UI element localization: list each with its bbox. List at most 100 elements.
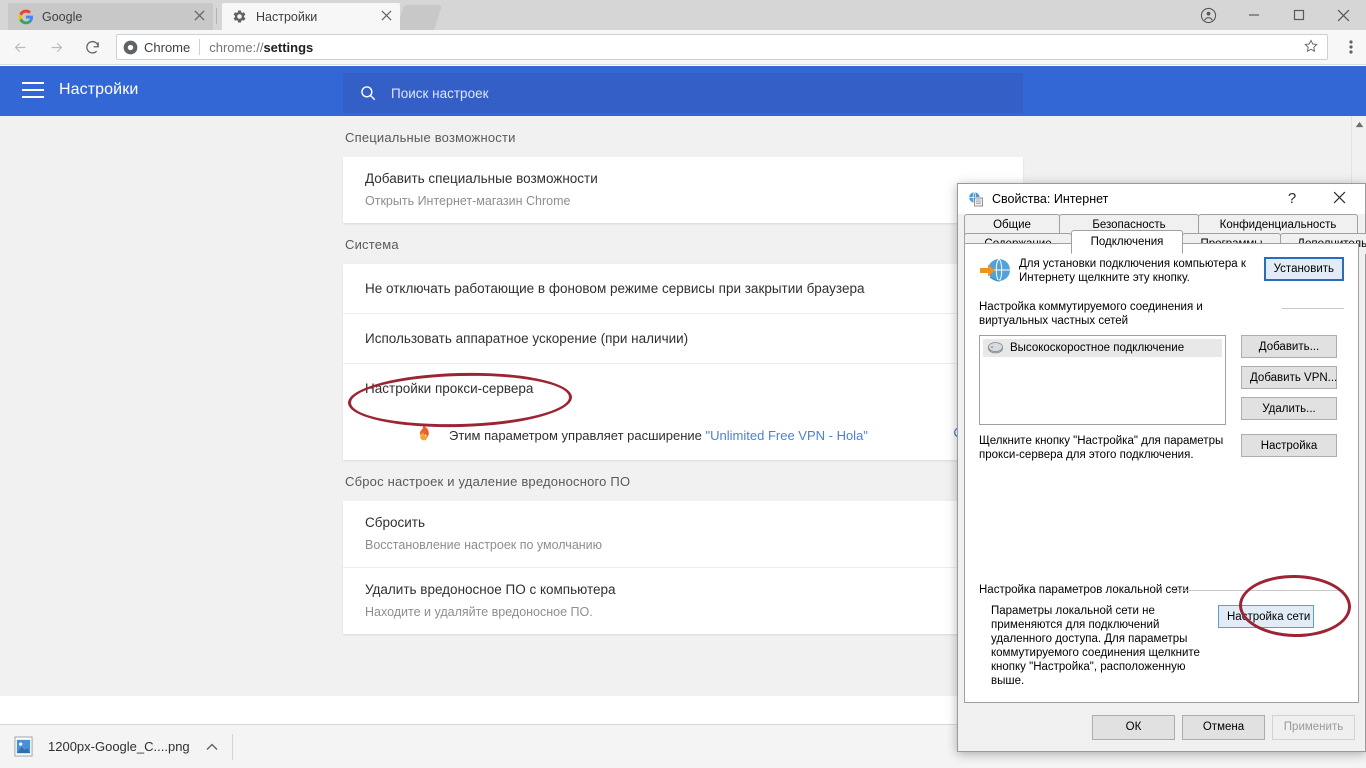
omnibox-divider <box>199 39 201 55</box>
row-title: Удалить вредоносное ПО с компьютера <box>365 582 616 597</box>
page-title: Настройки <box>59 81 139 98</box>
minimize-icon[interactable] <box>1231 0 1276 30</box>
maximize-icon[interactable] <box>1276 0 1321 30</box>
setup-connection-button[interactable]: Установить <box>1263 257 1344 281</box>
close-icon[interactable] <box>1321 0 1366 30</box>
list-item-label: Высокоскоростное подключение <box>1010 342 1185 354</box>
row-texts: Удалить вредоносное ПО с компьютера Нахо… <box>365 580 1001 622</box>
row-subtitle: Восстановление настроек по умолчанию <box>365 538 603 552</box>
new-tab-button[interactable] <box>395 5 443 30</box>
connection-settings-button[interactable]: Настройка <box>1241 434 1337 457</box>
connections-panel-inner: Для установки подключения компьютера к И… <box>965 244 1358 702</box>
tab-konfidentsialnost[interactable]: Конфиденциальность <box>1198 214 1358 235</box>
dialog-footer: ОК Отмена Применить <box>958 703 1365 751</box>
lan-settings-block: Настройка параметров локальной сети Пара… <box>979 583 1344 688</box>
card-accessibility: Добавить специальные возможности Открыть… <box>343 157 1023 223</box>
section-title-system: Система <box>345 237 399 252</box>
row-title: Сбросить <box>365 515 426 530</box>
search-input[interactable] <box>391 85 791 101</box>
internet-properties-dialog: Свойства: Интернет ? Общие Безопасность … <box>957 183 1366 752</box>
close-icon[interactable] <box>191 9 207 25</box>
row-texts: Добавить специальные возможности Открыть… <box>365 169 983 211</box>
row-texts: Использовать аппаратное ускорение (при н… <box>365 329 1001 349</box>
connections-list[interactable]: Высокоскоростное подключение <box>979 335 1226 425</box>
gear-icon <box>232 9 248 25</box>
help-button[interactable]: ? <box>1278 188 1306 210</box>
download-item[interactable]: 1200px-Google_C....png <box>0 725 228 768</box>
browser-tab-google[interactable]: Google <box>8 3 213 30</box>
settings-column: Специальные возможности Добавить специал… <box>343 116 1023 634</box>
row-proxy-settings[interactable]: Настройки прокси-сервера <box>343 364 1023 414</box>
tab-separator <box>216 8 217 24</box>
cancel-button[interactable]: Отмена <box>1182 714 1265 740</box>
address-bar-url: chrome://settings <box>209 39 314 55</box>
search-icon <box>359 84 377 102</box>
extension-managed-notice: Этим параметром управляет расширение "Un… <box>343 414 1023 460</box>
internet-properties-icon <box>968 191 984 207</box>
row-texts: Настройки прокси-сервера <box>365 379 1001 399</box>
list-item[interactable]: Высокоскоростное подключение <box>983 339 1222 357</box>
star-icon[interactable] <box>1303 38 1321 56</box>
tab-obshchie[interactable]: Общие <box>964 214 1060 235</box>
row-subtitle: Открыть Интернет-магазин Chrome <box>365 194 571 208</box>
chevron-up-icon[interactable] <box>206 740 218 754</box>
row-title: Добавить специальные возможности <box>365 171 598 186</box>
row-hardware-acceleration[interactable]: Использовать аппаратное ускорение (при н… <box>343 314 1023 364</box>
extension-link[interactable]: "Unlimited Free VPN - Hola" <box>706 428 868 443</box>
reload-icon[interactable] <box>76 31 108 63</box>
row-subtitle: Находите и удаляйте вредоносное ПО. <box>365 605 593 619</box>
globe-with-arrow-icon <box>979 256 1013 286</box>
address-bar[interactable]: Chrome chrome://settings <box>116 34 1328 60</box>
browser-tab-settings[interactable]: Настройки <box>222 3 400 30</box>
row-texts: Не отключать работающие в фоновом режиме… <box>365 279 1001 299</box>
row-remove-malware[interactable]: Удалить вредоносное ПО с компьютера Нахо… <box>343 568 1023 634</box>
flame-icon <box>413 424 435 446</box>
card-reset: Сбросить Восстановление настроек по умол… <box>343 501 1023 634</box>
profile-icon[interactable] <box>1186 0 1231 30</box>
add-connection-button[interactable]: Добавить... <box>1241 335 1337 358</box>
chrome-logo-icon <box>123 40 138 55</box>
three-dots-icon[interactable] <box>1336 39 1366 55</box>
image-file-icon <box>14 736 34 758</box>
google-icon <box>18 9 34 25</box>
forward-arrow-icon[interactable] <box>40 31 72 63</box>
apply-button: Применить <box>1272 714 1355 740</box>
close-icon[interactable] <box>1319 186 1359 212</box>
close-icon[interactable] <box>378 9 394 25</box>
tab-title: Google <box>42 9 83 24</box>
row-background-apps[interactable]: Не отключать работающие в фоновом режиме… <box>343 264 1023 314</box>
connection-setup-text: Для установки подключения компьютера к И… <box>1019 258 1246 284</box>
connections-list-wrap: Высокоскоростное подключение <box>979 335 1226 425</box>
proxy-settings-hint: Щелкните кнопку "Настройка" для параметр… <box>979 435 1224 461</box>
row-reset-settings[interactable]: Сбросить Восстановление настроек по умол… <box>343 501 1023 568</box>
row-title: Использовать аппаратное ускорение (при н… <box>365 330 689 346</box>
connections-panel: Для установки подключения компьютера к И… <box>964 243 1359 703</box>
dialog-titlebar[interactable]: Свойства: Интернет ? <box>958 184 1365 214</box>
window-controls <box>1186 0 1366 30</box>
remove-connection-button[interactable]: Удалить... <box>1241 397 1337 420</box>
tab-podklyucheniya[interactable]: Подключения <box>1071 230 1183 254</box>
lan-settings-hint: Параметры локальной сети не применяются … <box>991 605 1200 687</box>
security-chip-label: Chrome <box>144 39 191 55</box>
screen: Google Настройки Chrome chrome://setting… <box>0 0 1366 768</box>
group-separator-line <box>1171 590 1344 591</box>
shelf-divider <box>231 733 233 760</box>
dialup-group-label: Настройка коммутируемого соединения и ви… <box>979 301 1203 327</box>
add-vpn-button[interactable]: Добавить VPN... <box>1241 366 1337 389</box>
scroll-up-arrow-icon[interactable] <box>1352 117 1366 131</box>
row-title: Не отключать работающие в фоновом режиме… <box>365 280 865 296</box>
group-separator-line <box>1282 308 1344 309</box>
modem-icon <box>987 341 1004 355</box>
row-add-accessibility[interactable]: Добавить специальные возможности Открыть… <box>343 157 1023 223</box>
browser-tabstrip: Google Настройки <box>0 0 1366 30</box>
connection-setup-block: Для установки подключения компьютера к И… <box>979 256 1344 286</box>
extension-notice-text: Этим параметром управляет расширение "Un… <box>449 427 868 443</box>
section-title-accessibility: Специальные возможности <box>345 130 516 145</box>
section-title-reset: Сброс настроек и удаление вредоносного П… <box>345 474 631 489</box>
lan-settings-button[interactable]: Настройка сети <box>1218 605 1314 628</box>
ok-button[interactable]: ОК <box>1092 714 1175 740</box>
tab-title: Настройки <box>256 9 318 24</box>
back-arrow-icon[interactable] <box>4 31 36 63</box>
settings-search-box[interactable] <box>343 73 1023 113</box>
hamburger-icon[interactable] <box>22 81 44 99</box>
